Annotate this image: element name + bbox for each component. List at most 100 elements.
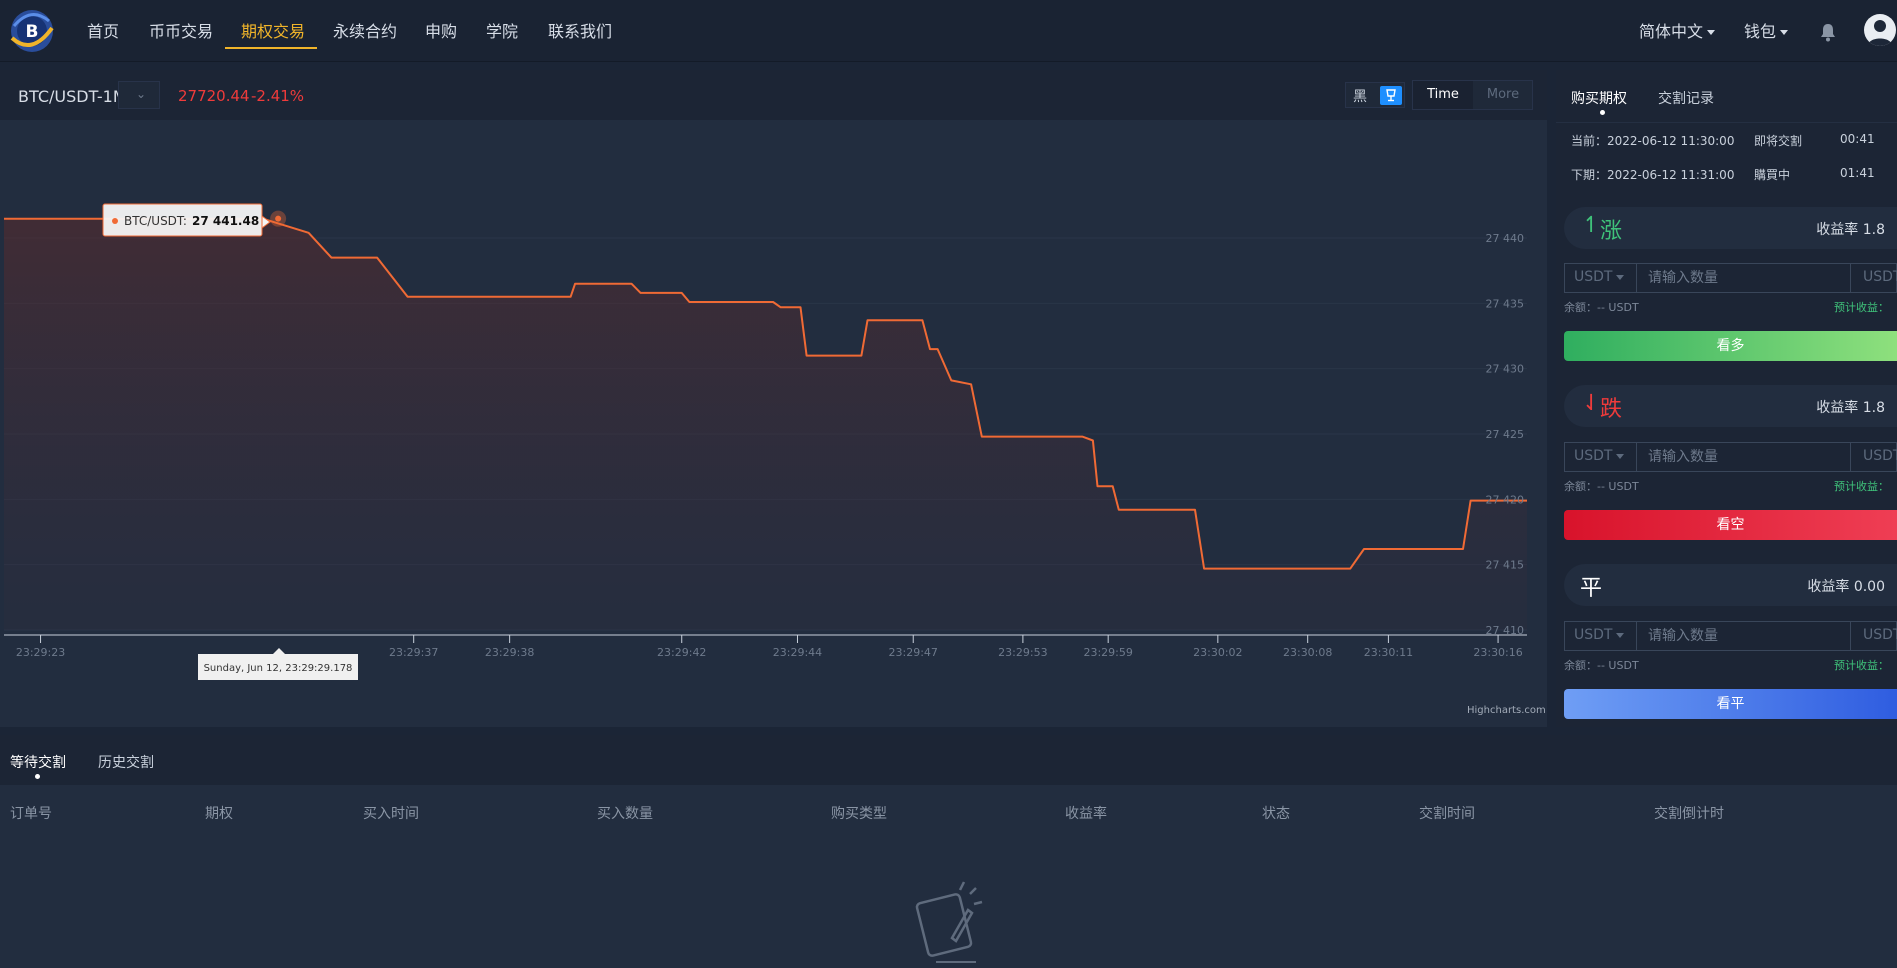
active-tab-indicator <box>1600 110 1605 115</box>
chevron-down-icon <box>1616 274 1625 280</box>
tab-delivery-records[interactable]: 交割记录 <box>1658 88 1714 108</box>
price-chart[interactable]: 27 440 27 435 27 430 27 425 27 420 27 415 27 4… <box>0 120 1547 727</box>
expected-profit-text: 预计收益： <box>1834 480 1889 493</box>
nav-contact-us[interactable]: 联系我们 <box>548 18 612 42</box>
chevron-down-icon <box>1616 453 1625 459</box>
tooltip-value: 27 441.48 <box>192 214 259 228</box>
crosshair-date-pointer <box>273 648 285 654</box>
svg-text:B: B <box>26 22 39 42</box>
tab-pending-delivery[interactable]: 等待交割 <box>10 752 66 772</box>
column-header-return-rate: 收益率 <box>1065 806 1107 822</box>
highcharts-credit[interactable]: Highcharts.com <box>1467 705 1546 716</box>
theme-light-button[interactable] <box>1380 86 1402 105</box>
x-tick-label: 23:30:11 <box>1364 646 1413 659</box>
x-tick-label: 23:29:23 <box>16 646 65 659</box>
chevron-down-icon <box>1780 30 1789 35</box>
tooltip-series-label: BTC/USDT: <box>124 214 187 228</box>
amount-input[interactable] <box>1638 622 1851 650</box>
site-logo[interactable]: B <box>9 8 55 54</box>
nav-spot-trading[interactable]: 币币交易 <box>149 18 213 42</box>
nav-perpetual-contracts[interactable]: 永续合约 <box>333 18 397 42</box>
avatar[interactable] <box>1864 14 1896 46</box>
arrow-down-icon: ⇃ <box>1582 391 1601 416</box>
last-price: 27720.44 <box>178 87 250 105</box>
current-period-label: 当前：2022-06-12 11:30:00 <box>1571 134 1735 148</box>
x-tick-label: 23:30:02 <box>1193 646 1242 659</box>
lamp-icon <box>1386 89 1396 102</box>
currency-select[interactable]: USDT <box>1565 443 1637 471</box>
column-header-option: 期权 <box>205 806 233 822</box>
y-tick-label: 27 440 <box>1486 232 1525 245</box>
next-period-status: 購買中 <box>1754 168 1791 182</box>
arrow-up-icon: ↿ <box>1582 213 1601 238</box>
currency-label: USDT <box>1574 269 1613 285</box>
balance-text: 余额：-- USDT <box>1564 301 1639 314</box>
column-header-delivery-countdown: 交割倒计时 <box>1654 806 1724 822</box>
amount-unit: USDT <box>1863 627 1897 643</box>
column-header-delivery-time: 交割时间 <box>1419 806 1475 822</box>
expected-profit-text: 预计收益： <box>1834 301 1889 314</box>
top-navbar: B 首页 币币交易 期权交易 永续合约 申购 学院 联系我们 简体中文 钱包 <box>0 0 1897 62</box>
tooltip-series-dot <box>112 218 118 224</box>
x-tick-label: 23:29:37 <box>389 646 438 659</box>
x-tick-label: 23:29:38 <box>485 646 534 659</box>
buy-long-button[interactable]: 看多 <box>1564 331 1897 361</box>
y-tick-label: 27 415 <box>1486 559 1525 572</box>
amount-input[interactable] <box>1638 443 1851 471</box>
nav-options-trading[interactable]: 期权交易 <box>241 18 305 42</box>
chart-panel: BTC/USDT-1M ⌄ 27720.44 -2.41% 黑 Time Mor… <box>0 70 1547 727</box>
column-header-buy-amount: 买入数量 <box>597 806 653 822</box>
x-tick-label: 23:30:16 <box>1473 646 1522 659</box>
nav-active-underline <box>225 47 317 49</box>
trade-down-rate: 收益率 1.8 <box>1816 400 1885 416</box>
time-button[interactable]: Time <box>1413 81 1473 109</box>
nav-academy[interactable]: 学院 <box>486 18 518 42</box>
y-tick-label: 27 430 <box>1486 363 1525 376</box>
trade-flat-title: 平 <box>1580 576 1603 601</box>
trade-flat-header: 平 收益率 0.00 <box>1564 564 1897 606</box>
trade-down-amount-row: USDT USDT <box>1564 442 1897 472</box>
next-period-label: 下期：2022-06-12 11:31:00 <box>1571 168 1735 182</box>
column-header-status: 状态 <box>1262 806 1290 822</box>
price-change: -2.41% <box>251 87 305 105</box>
orders-panel: 等待交割 历史交割 订单号 期权 买入时间 买入数量 购买类型 收益率 状态 交… <box>0 735 1897 968</box>
buy-flat-button[interactable]: 看平 <box>1564 689 1897 719</box>
next-period-countdown: 01:41 <box>1840 166 1875 180</box>
x-tick-label: 23:29:47 <box>889 646 938 659</box>
chevron-down-icon <box>1616 632 1625 638</box>
nav-home[interactable]: 首页 <box>87 18 119 42</box>
theme-dark-button[interactable]: 黑 <box>1353 86 1367 106</box>
column-header-order-id: 订单号 <box>10 806 52 822</box>
column-header-buy-time: 买入时间 <box>363 806 419 822</box>
wallet-dropdown[interactable]: 钱包 <box>1744 18 1789 42</box>
trade-flat-amount-row: USDT USDT <box>1564 621 1897 651</box>
pair-select[interactable]: ⌄ <box>118 81 160 109</box>
currency-select[interactable]: USDT <box>1565 622 1637 650</box>
chevron-down-icon: ⌄ <box>136 87 147 101</box>
theme-toggle: 黑 <box>1345 82 1405 108</box>
tab-delivery-history[interactable]: 历史交割 <box>98 752 154 772</box>
currency-select[interactable]: USDT <box>1565 264 1637 292</box>
nav-subscription[interactable]: 申购 <box>425 18 457 42</box>
chart-toolbar: BTC/USDT-1M ⌄ 27720.44 -2.41% 黑 Time Mor… <box>0 70 1547 120</box>
amount-unit: USDT <box>1863 269 1897 285</box>
y-tick-label: 27 435 <box>1486 297 1525 310</box>
trade-up-header: ↿ 涨 收益率 1.8 <box>1564 207 1897 249</box>
hover-point <box>275 215 282 222</box>
tab-buy-options[interactable]: 购买期权 <box>1571 88 1627 108</box>
current-period-countdown: 00:41 <box>1840 132 1875 146</box>
amount-input[interactable] <box>1638 264 1851 292</box>
buy-short-button[interactable]: 看空 <box>1564 510 1897 540</box>
expected-profit-text: 预计收益： <box>1834 659 1889 672</box>
current-period-status: 即将交割 <box>1754 134 1803 148</box>
currency-label: USDT <box>1574 448 1613 464</box>
divider <box>1556 122 1897 123</box>
trade-flat-rate: 收益率 0.00 <box>1807 579 1885 595</box>
more-button[interactable]: More <box>1473 81 1533 109</box>
language-label: 简体中文 <box>1639 22 1704 41</box>
x-tick-label: 23:30:08 <box>1283 646 1332 659</box>
interval-toggle: Time More <box>1412 80 1533 110</box>
language-dropdown[interactable]: 简体中文 <box>1639 18 1716 42</box>
amount-unit: USDT <box>1863 448 1897 464</box>
bell-icon[interactable] <box>1819 22 1837 42</box>
